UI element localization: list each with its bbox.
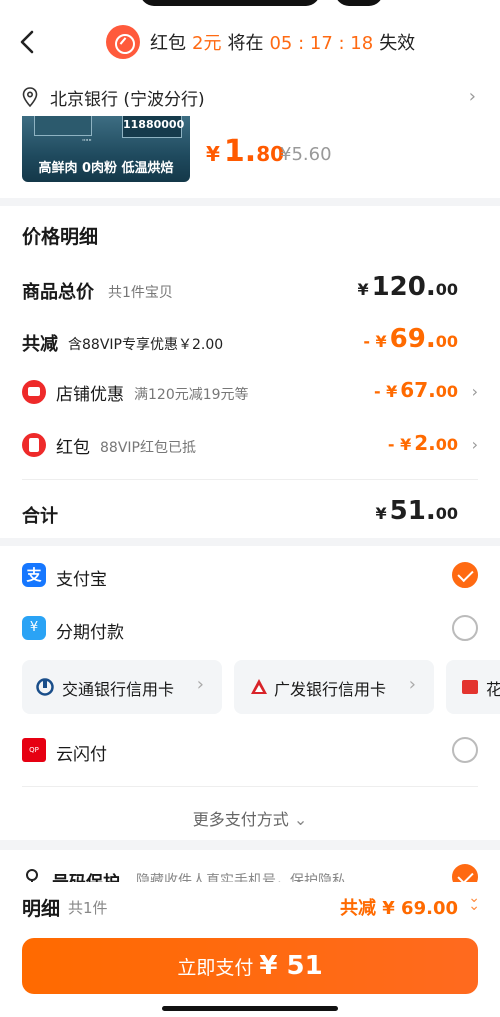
redpacket-discount-row[interactable]: 红包 88VIP红包已抵 - ¥2. 00 ›	[22, 427, 478, 467]
delivery-address-row[interactable]: 北京银行 (宁波分行) ›	[0, 78, 500, 116]
redpacket-amount: 2元	[192, 33, 222, 54]
expire-prefix: 将在	[227, 33, 264, 54]
payment-option-installment[interactable]: ¥ 分期付款	[22, 613, 478, 647]
product-image[interactable]: 11880000 """ 高鲜肉 0肉粉 低温烘焙	[22, 116, 190, 182]
checkout-bar: 明细 共1件 共减 ¥ 69.00 ⌄ ⌄ 立即支付 ¥ 51	[0, 882, 500, 1017]
more-payment-methods[interactable]: 更多支付方式 ⌄	[0, 806, 500, 830]
location-pin-icon	[22, 87, 38, 107]
store-icon	[22, 380, 46, 404]
sum-row: 合计 ¥51. 00	[22, 496, 458, 527]
status-notch	[140, 0, 320, 6]
store-discount-row[interactable]: 店铺优惠 满120元减19元等 - ¥67. 00 ›	[22, 374, 478, 414]
radio-unselected[interactable]	[452, 737, 478, 763]
discount-row: 共减 含88VIP专享优惠￥2.00 - ¥69. 00	[22, 324, 458, 355]
huabei-logo-icon	[462, 680, 478, 694]
original-price: ¥5.60	[280, 144, 332, 165]
payment-option-alipay[interactable]: 支 支付宝	[22, 560, 478, 594]
redpacket-discount-amount: - ¥2. 00	[387, 431, 458, 455]
chevron-right-icon: ›	[408, 674, 416, 695]
radio-unselected[interactable]	[452, 615, 478, 641]
redpacket-label: 红包	[150, 33, 186, 54]
bank-chip-cgb[interactable]: 广发银行信用卡 ›	[234, 660, 434, 714]
divider	[22, 479, 478, 480]
radio-selected[interactable]	[452, 562, 478, 588]
redpacket-countdown: 红包 2元 将在 05 : 17 : 18 失效	[106, 24, 421, 60]
cgb-logo-icon	[251, 679, 267, 694]
address-text: 北京银行 (宁波分行)	[50, 90, 205, 110]
bank-chip-huabei[interactable]: 花	[446, 660, 500, 714]
stopwatch-icon	[106, 25, 140, 59]
top-bar: 红包 2元 将在 05 : 17 : 18 失效	[0, 0, 500, 78]
store-discount-amount: - ¥67. 00	[373, 378, 458, 402]
discount-amount: - ¥69. 00	[363, 324, 458, 354]
double-chevron-down-icon[interactable]: ⌄ ⌄	[468, 891, 480, 913]
product-image-number: 11880000	[122, 116, 184, 138]
chevron-right-icon: ›	[468, 86, 476, 107]
expire-suffix: 失效	[379, 33, 416, 54]
product-image-caption: 高鲜肉 0肉粉 低温烘焙	[38, 161, 174, 176]
price-detail-title: 价格明细	[22, 226, 99, 248]
product-summary: 11880000 """ 高鲜肉 0肉粉 低温烘焙 ¥ 1. 80 ¥5.60	[0, 116, 500, 198]
chevron-right-icon: ›	[196, 674, 204, 695]
price-detail-card: 价格明细 商品总价 共1件宝贝 ¥120. 00 共减 含88VIP专享优惠￥2.…	[0, 206, 500, 538]
unionpay-quickpass-icon: QP	[22, 738, 46, 762]
payment-option-unionpay[interactable]: QP 云闪付	[22, 735, 478, 769]
pay-now-button[interactable]: 立即支付 ¥ 51	[22, 938, 478, 994]
alipay-icon: 支	[22, 563, 46, 587]
countdown-timer: 05 : 17 : 18	[269, 33, 374, 54]
total-saved[interactable]: 共减 ¥ 69.00	[340, 894, 458, 920]
home-indicator	[162, 1006, 338, 1011]
total-price-amount: ¥120. 00	[357, 272, 458, 302]
status-notch-secondary	[335, 0, 383, 6]
total-price-row: 商品总价 共1件宝贝 ¥120. 00	[22, 272, 458, 303]
redpacket-icon	[22, 433, 46, 457]
installment-icon: ¥	[22, 616, 46, 640]
divider	[22, 786, 478, 787]
bank-chip-bocom[interactable]: 交通银行信用卡 ›	[22, 660, 222, 714]
sum-amount: ¥51. 00	[375, 496, 458, 526]
chevron-right-icon: ›	[471, 435, 478, 454]
back-arrow-icon[interactable]	[16, 28, 40, 56]
chevron-down-icon: ⌄	[293, 810, 308, 829]
chevron-right-icon: ›	[471, 382, 478, 401]
item-count: 共1件	[68, 899, 108, 917]
detail-label[interactable]: 明细	[22, 894, 60, 921]
product-price: ¥ 1. 80	[206, 134, 285, 169]
bocom-logo-icon	[36, 678, 54, 696]
